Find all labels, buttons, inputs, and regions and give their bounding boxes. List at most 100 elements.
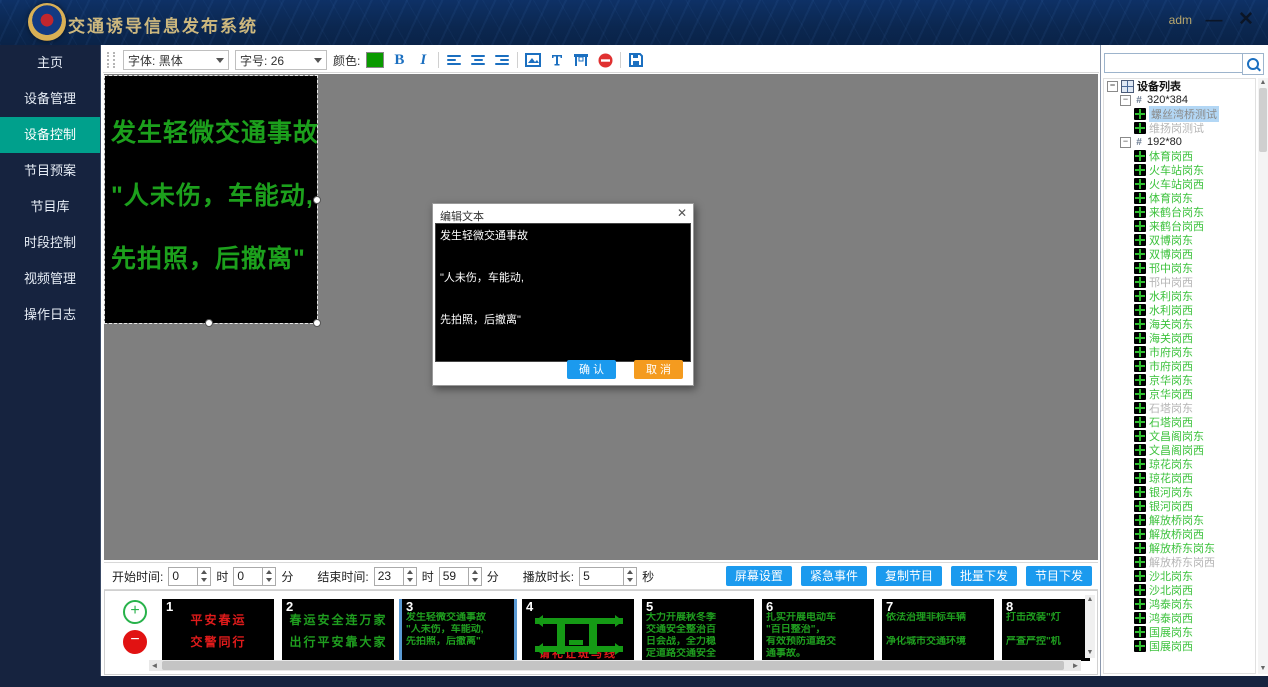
font-family-select[interactable]: 字体: 黑体	[123, 50, 229, 70]
close-icon[interactable]: ✕	[1234, 8, 1258, 32]
tree-scrollbar[interactable]: ▲ ▼	[1258, 78, 1268, 674]
scroll-up-icon[interactable]: ▲	[1085, 595, 1095, 605]
device-item[interactable]: 火车站岗西	[1104, 177, 1255, 191]
device-item[interactable]: 国展岗东	[1104, 625, 1255, 639]
scrollbar-thumb[interactable]	[162, 661, 1064, 670]
color-swatch[interactable]	[366, 52, 384, 68]
device-item[interactable]: 双博岗西	[1104, 247, 1255, 261]
spinner-arrows-icon[interactable]	[468, 568, 481, 585]
device-item[interactable]: 文昌阁岗西	[1104, 443, 1255, 457]
toolbar-drag-handle[interactable]	[107, 52, 115, 68]
spinner-arrows-icon[interactable]	[623, 568, 636, 585]
device-item[interactable]: 沙北岗东	[1104, 569, 1255, 583]
gantry-sign-icon[interactable]	[572, 51, 590, 69]
device-search-input[interactable]	[1104, 53, 1246, 73]
device-item[interactable]: 解放桥东岗西	[1104, 555, 1255, 569]
scroll-up-icon[interactable]: ▲	[1258, 78, 1268, 88]
device-item[interactable]: 水利岗西	[1104, 303, 1255, 317]
device-item[interactable]: 琼花岗西	[1104, 471, 1255, 485]
sidebar-item-设备管理[interactable]: 设备管理	[0, 81, 100, 117]
scrollbar-thumb[interactable]	[1259, 88, 1267, 152]
device-item[interactable]: 琼花岗东	[1104, 457, 1255, 471]
device-item[interactable]: 体育岗东	[1104, 191, 1255, 205]
device-item[interactable]: 来鹤台岗西	[1104, 219, 1255, 233]
vertical-scrollbar[interactable]: ▲ ▼	[1085, 595, 1095, 658]
tree-root[interactable]: −设备列表	[1104, 79, 1255, 93]
device-item[interactable]: 银河岗西	[1104, 499, 1255, 513]
start-hour-stepper[interactable]: 0	[168, 567, 211, 586]
action-button-紧急事件[interactable]: 紧急事件	[801, 566, 867, 586]
device-item[interactable]: 银河岗东	[1104, 485, 1255, 499]
align-left-icon[interactable]	[445, 51, 463, 69]
device-item[interactable]: 京华岗东	[1104, 373, 1255, 387]
add-program-button[interactable]: +	[123, 600, 147, 624]
align-right-icon[interactable]	[493, 51, 511, 69]
resize-handle-bottom[interactable]	[205, 319, 213, 327]
spinner-arrows-icon[interactable]	[197, 568, 210, 585]
sidebar-item-时段控制[interactable]: 时段控制	[0, 225, 100, 261]
collapse-icon[interactable]: −	[1120, 95, 1131, 106]
spinner-arrows-icon[interactable]	[403, 568, 416, 585]
device-item[interactable]: 海关岗东	[1104, 317, 1255, 331]
scroll-down-icon[interactable]: ▼	[1085, 648, 1095, 658]
save-icon[interactable]	[627, 51, 645, 69]
device-item[interactable]: 沙北岗西	[1104, 583, 1255, 597]
no-entry-icon[interactable]	[596, 51, 614, 69]
sidebar-item-设备控制[interactable]: 设备控制	[0, 117, 100, 153]
tree-group-192*80[interactable]: −#192*80	[1104, 135, 1255, 149]
align-center-icon[interactable]	[469, 51, 487, 69]
device-item[interactable]: 邗中岗东	[1104, 261, 1255, 275]
device-item[interactable]: 海关岗西	[1104, 331, 1255, 345]
search-button[interactable]	[1242, 53, 1264, 75]
spinner-arrows-icon[interactable]	[262, 568, 275, 585]
resize-handle-right[interactable]	[313, 196, 321, 204]
action-button-批量下发[interactable]: 批量下发	[951, 566, 1017, 586]
bold-button[interactable]: B	[390, 51, 408, 69]
minimize-icon[interactable]: —	[1202, 8, 1226, 32]
sidebar-item-视频管理[interactable]: 视频管理	[0, 261, 100, 297]
resize-handle-corner[interactable]	[313, 319, 321, 327]
action-button-屏幕设置[interactable]: 屏幕设置	[726, 566, 792, 586]
sidebar-item-节目预案[interactable]: 节目预案	[0, 153, 100, 189]
device-item[interactable]: 京华岗西	[1104, 387, 1255, 401]
device-item[interactable]: 石塔岗东	[1104, 401, 1255, 415]
program-thumbnail-1[interactable]: 1平安春运交警同行	[162, 599, 274, 661]
device-item[interactable]: 解放桥岗东	[1104, 513, 1255, 527]
duration-stepper[interactable]: 5	[579, 567, 637, 586]
dialog-textarea[interactable]: 发生轻微交通事故 "人未伤，车能动, 先拍照，后撤离"	[435, 223, 691, 362]
program-thumbnail-4[interactable]: 4请礼让斑马线	[522, 599, 634, 661]
device-item[interactable]: 市府岗西	[1104, 359, 1255, 373]
program-thumbnail-2[interactable]: 2春运安全连万家出行平安靠大家	[282, 599, 394, 661]
program-thumbnail-5[interactable]: 5大力开展秋冬季交通安全整治百日会战，全力稳定道路交通安全形势！	[642, 599, 754, 661]
device-item[interactable]: 火车站岗东	[1104, 163, 1255, 177]
device-item[interactable]: 双博岗东	[1104, 233, 1255, 247]
device-item[interactable]: 鸿泰岗西	[1104, 611, 1255, 625]
remove-program-button[interactable]: −	[123, 630, 147, 654]
device-item[interactable]: 体育岗西	[1104, 149, 1255, 163]
insert-text-icon[interactable]	[548, 51, 566, 69]
device-item[interactable]: 石塔岗西	[1104, 415, 1255, 429]
scroll-left-icon[interactable]: ◄	[149, 660, 160, 671]
led-screen-preview[interactable]: 发生轻微交通事故 "人未伤，车能动, 先拍照，后撤离"	[105, 76, 317, 323]
action-button-复制节目[interactable]: 复制节目	[876, 566, 942, 586]
cancel-button[interactable]: 取 消	[634, 360, 683, 379]
device-item[interactable]: 螺丝湾桥测试	[1104, 107, 1255, 121]
tree-group-320*384[interactable]: −#320*384	[1104, 93, 1255, 107]
insert-image-icon[interactable]	[524, 51, 542, 69]
device-item[interactable]: 市府岗东	[1104, 345, 1255, 359]
dialog-close-icon[interactable]: ✕	[677, 206, 687, 220]
collapse-icon[interactable]: −	[1120, 137, 1131, 148]
device-item[interactable]: 国展岗西	[1104, 639, 1255, 653]
program-thumbnail-8[interactable]: 8打击改装"灯 严查严控"机	[1002, 599, 1090, 661]
end-hour-stepper[interactable]: 23	[374, 567, 417, 586]
sidebar-item-主页[interactable]: 主页	[0, 45, 100, 81]
action-button-节目下发[interactable]: 节目下发	[1026, 566, 1092, 586]
program-thumbnail-7[interactable]: 7依法治理非标车辆 净化城市交通环境	[882, 599, 994, 661]
font-size-select[interactable]: 字号: 26	[235, 50, 327, 70]
program-thumbnail-6[interactable]: 6扎实开展电动车"百日整治"，有效预防道路交通事故。	[762, 599, 874, 661]
start-minute-stepper[interactable]: 0	[233, 567, 276, 586]
sidebar-item-操作日志[interactable]: 操作日志	[0, 297, 100, 333]
device-item[interactable]: 解放桥岗西	[1104, 527, 1255, 541]
device-item[interactable]: 解放桥东岗东	[1104, 541, 1255, 555]
program-thumbnail-3[interactable]: 3发生轻微交通事故"人未伤，车能动,先拍照，后撤离"	[402, 599, 514, 661]
